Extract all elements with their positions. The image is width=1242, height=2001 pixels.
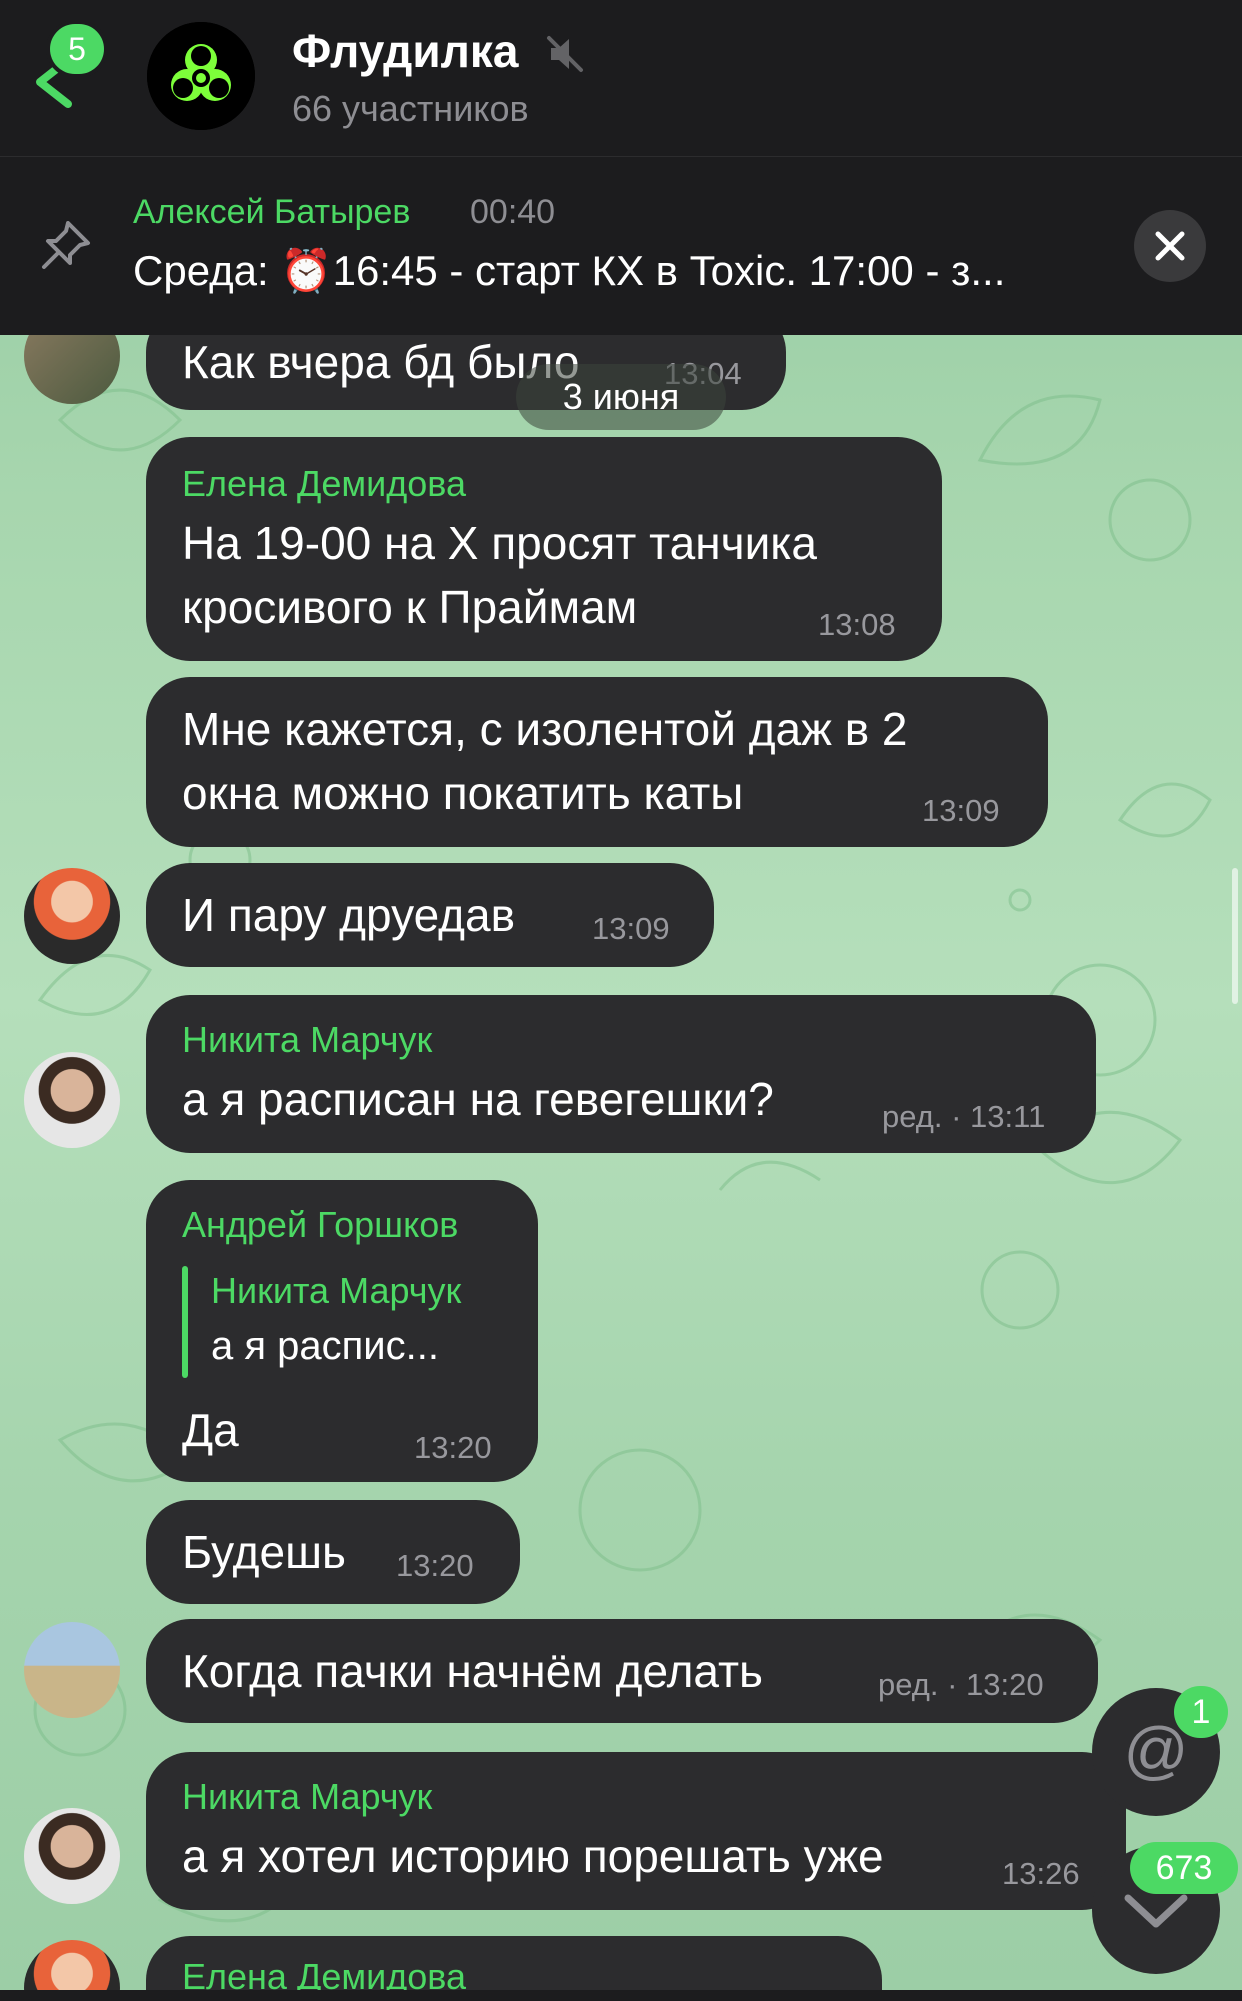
message-text: Будешь (182, 1526, 346, 1578)
group-avatar[interactable] (147, 22, 255, 130)
message-bubble[interactable]: Никита Марчук а я расписан на гевегешки?… (146, 995, 1096, 1153)
message-bubble[interactable]: Андрей Горшков Никита Марчук а я распис.… (146, 1180, 538, 1482)
mention-badge: 1 (1174, 1686, 1228, 1738)
pinned-text: Среда: ⏰16:45 - старт КХ в Toxic. 17:00 … (133, 247, 1006, 294)
message-time: 13:26 (1002, 1856, 1080, 1891)
chat-header: 5 Флудилка 66 участников (0, 0, 1242, 157)
message-bubble[interactable]: Никита Марчук а я хотел историю порешать… (146, 1752, 1126, 1910)
message-time: 13:20 (396, 1548, 474, 1583)
reply-bar (182, 1266, 188, 1378)
message-text: И пару друедав (182, 889, 516, 941)
message-sender[interactable]: Андрей Горшков (182, 1204, 458, 1246)
message-time: 13:20 (414, 1430, 492, 1465)
message-text: кросивого к Праймам (182, 581, 638, 633)
avatar[interactable] (24, 1052, 120, 1148)
reply-author[interactable]: Никита Марчук (211, 1270, 461, 1312)
scroll-indicator[interactable] (1232, 868, 1238, 1004)
message-bubble[interactable]: Когда пачки начнём делать ред. · 13:20 (146, 1619, 1098, 1723)
close-pinned-button[interactable] (1134, 210, 1206, 282)
message-bubble[interactable]: Будешь 13:20 (146, 1500, 520, 1604)
bottom-bar (0, 1990, 1242, 2001)
chat-screen: Как вчера бд было 13:04 3 июня Елена Дем… (0, 0, 1242, 2001)
message-text: окна можно покатить каты (182, 767, 744, 819)
message-time: ред. · 13:11 (882, 1099, 1046, 1134)
message-time: 13:08 (818, 607, 896, 642)
chat-title[interactable]: Флудилка (292, 24, 518, 78)
mute-icon (547, 36, 583, 72)
members-count[interactable]: 66 участников (292, 88, 529, 130)
message-time: 13:09 (922, 793, 1000, 828)
avatar[interactable] (24, 868, 120, 964)
biohazard-icon (147, 22, 255, 130)
message-text: а я расписан на гевегешки? (182, 1073, 774, 1125)
message-sender[interactable]: Никита Марчук (182, 1019, 432, 1061)
avatar[interactable] (24, 1808, 120, 1904)
message-time: ред. · 13:20 (878, 1667, 1044, 1702)
message-bubble[interactable]: Мне кажется, с изолентой даж в 2 окна мо… (146, 677, 1048, 847)
message-bubble[interactable]: И пару друедав 13:09 (146, 863, 714, 967)
message-sender[interactable]: Никита Марчук (182, 1776, 432, 1818)
message-text: На 19-00 на Х просят танчика (182, 517, 817, 569)
message-sender[interactable]: Елена Демидова (182, 463, 466, 505)
avatar[interactable] (24, 1622, 120, 1718)
unread-badge: 5 (50, 24, 104, 74)
message-text: Мне кажется, с изолентой даж в 2 (182, 703, 908, 755)
date-pill: 3 июня (516, 364, 726, 430)
message-text: а я хотел историю порешать уже (182, 1830, 884, 1882)
unread-count-badge: 673 (1130, 1842, 1238, 1894)
pinned-message-bar[interactable]: Алексей Батырев 00:40 Среда: ⏰16:45 - ст… (0, 157, 1242, 335)
close-icon (1155, 231, 1185, 261)
pinned-time: 00:40 (470, 193, 556, 231)
pinned-author: Алексей Батырев (133, 193, 411, 231)
message-text: Когда пачки начнём делать (182, 1645, 764, 1697)
reply-text[interactable]: а я распис... (211, 1314, 439, 1378)
message-time: 13:09 (592, 911, 670, 946)
message-text: Да (182, 1404, 239, 1456)
pin-icon (42, 221, 90, 269)
message-bubble[interactable]: Елена Демидова На 19-00 на Х просят танч… (146, 437, 942, 661)
